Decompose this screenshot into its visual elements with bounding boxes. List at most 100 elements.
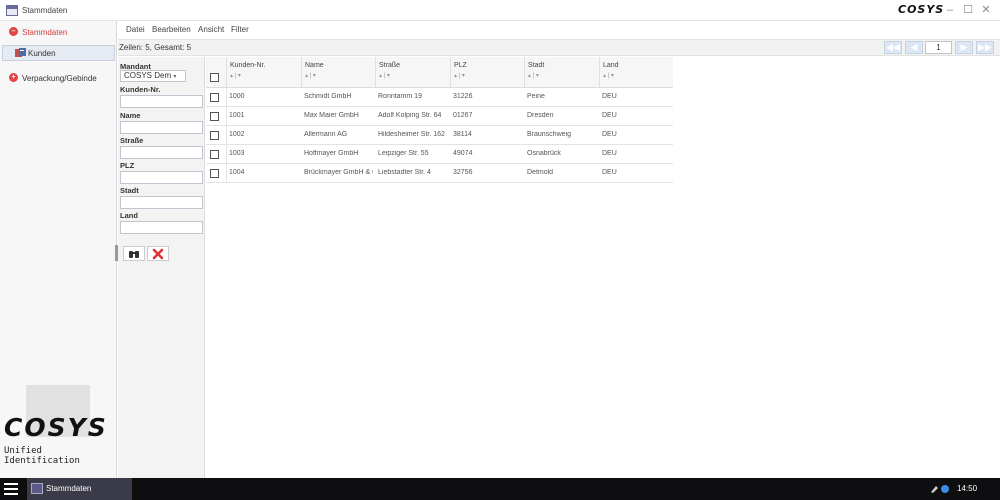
nav-item-kunden[interactable]: Kunden <box>2 45 115 61</box>
table-header: Kunden-Nr. ▴ | ▾ Name ▴ | ▾ Straße ▴ | ▾… <box>206 57 673 88</box>
select-all-checkbox[interactable] <box>210 73 219 82</box>
chevron-down-icon: ▾ <box>173 74 177 80</box>
cell-stadt: Detmold <box>527 169 554 176</box>
land-input[interactable] <box>120 221 203 234</box>
taskbar-app-stammdaten[interactable]: Stammdaten <box>27 478 132 500</box>
strasse-label: Straße <box>120 136 144 145</box>
column-header-kunden-nr[interactable]: Kunden-Nr. ▴ | ▾ <box>226 57 301 88</box>
column-header-strasse[interactable]: Straße ▴ | ▾ <box>375 57 450 88</box>
strasse-input[interactable] <box>120 146 203 159</box>
row-count: Zeilen: 5, Gesamt: 5 <box>119 43 192 52</box>
cell-stadt: Osnabrück <box>527 150 561 157</box>
minimize-button[interactable]: – <box>944 4 956 16</box>
cell-plz: 31226 <box>453 93 473 100</box>
table-row[interactable]: 1003 Hoffmayer GmbH Leipziger Str. 55 49… <box>206 145 673 164</box>
cell-kunden-nr: 1003 <box>229 150 245 157</box>
first-page-button[interactable]: ◀◀ <box>884 41 902 54</box>
menu-datei[interactable]: Datei <box>126 25 145 34</box>
page-number-input[interactable]: 1 <box>925 41 952 54</box>
customer-table: Kunden-Nr. ▴ | ▾ Name ▴ | ▾ Straße ▴ | ▾… <box>206 57 674 185</box>
mandant-select[interactable]: COSYS Dem ▾ <box>120 70 186 82</box>
cell-name: Allermann AG <box>304 131 348 138</box>
sort-toggle-icon[interactable]: ▴ | ▾ <box>603 72 614 79</box>
row-checkbox[interactable] <box>210 131 219 140</box>
column-header-name[interactable]: Name ▴ | ▾ <box>301 57 375 88</box>
column-header-stadt[interactable]: Stadt ▴ | ▾ <box>524 57 599 88</box>
clear-filter-button[interactable] <box>147 246 169 261</box>
name-input[interactable] <box>120 121 203 134</box>
column-title: Name <box>305 62 324 69</box>
sort-toggle-icon[interactable]: ▴ | ▾ <box>379 72 390 79</box>
row-checkbox[interactable] <box>210 112 219 121</box>
network-status-icon[interactable] <box>930 484 952 494</box>
column-divider <box>226 107 227 126</box>
cell-name: Brückmayer GmbH & Co <box>304 169 373 176</box>
app-window: Stammdaten COSYS – ☐ ✕ – Stammdaten Kund… <box>0 0 1000 500</box>
menu-bar: Datei Bearbeiten Ansicht Filter <box>118 21 1000 39</box>
cell-strasse: Leipziger Str. 55 <box>378 150 429 157</box>
panel-splitter-handle[interactable] <box>115 245 118 261</box>
customers-book-icon <box>15 48 26 57</box>
kunden-nr-input[interactable] <box>120 95 203 108</box>
cell-plz: 01267 <box>453 112 473 119</box>
sort-toggle-icon[interactable]: ▴ | ▾ <box>305 72 316 79</box>
row-checkbox[interactable] <box>210 93 219 102</box>
sort-toggle-icon[interactable]: ▴ | ▾ <box>230 72 241 79</box>
row-checkbox[interactable] <box>210 169 219 178</box>
system-clock: 14:50 <box>957 484 978 493</box>
taskbar: Stammdaten 14:50 <box>0 478 1000 500</box>
column-title: PLZ <box>454 62 467 69</box>
select-all-column <box>206 57 226 88</box>
minus-circle-icon: – <box>9 27 18 36</box>
cell-land: DEU <box>602 112 617 119</box>
search-filter-button[interactable] <box>123 246 145 261</box>
cell-name: Schmidt GmbH <box>304 93 352 100</box>
start-menu-icon[interactable] <box>4 483 18 495</box>
cell-plz: 38114 <box>453 131 472 138</box>
previous-page-button[interactable]: ◀ <box>905 41 923 54</box>
info-bar: Zeilen: 5, Gesamt: 5 <box>118 39 1000 56</box>
cell-stadt: Peine <box>527 93 545 100</box>
column-title: Kunden-Nr. <box>230 62 266 69</box>
plz-label: PLZ <box>120 161 135 170</box>
menu-ansicht[interactable]: Ansicht <box>198 25 224 34</box>
close-button[interactable]: ✕ <box>980 4 992 16</box>
last-page-button[interactable]: ▶▶ <box>976 41 994 54</box>
cell-land: DEU <box>602 169 617 176</box>
filter-panel: Mandant COSYS Dem ▾ Kunden-Nr. Name Stra… <box>118 57 205 478</box>
sort-toggle-icon[interactable]: ▴ | ▾ <box>528 72 539 79</box>
table-row[interactable]: 1002 Allermann AG Hildesheimer Str. 162 … <box>206 126 673 145</box>
table-row[interactable]: 1004 Brückmayer GmbH & Co Liebstadter St… <box>206 164 673 183</box>
name-label: Name <box>120 111 141 120</box>
cell-strasse: Hildesheimer Str. 162 <box>378 131 445 138</box>
land-label: Land <box>120 211 138 220</box>
cosys-logo: COSYS <box>4 413 108 442</box>
cell-land: DEU <box>602 150 617 157</box>
plz-input[interactable] <box>120 171 203 184</box>
column-divider <box>226 126 227 145</box>
row-checkbox[interactable] <box>210 150 219 159</box>
menu-filter[interactable]: Filter <box>231 25 249 34</box>
column-title: Land <box>603 62 619 69</box>
cell-stadt: Braunschweig <box>527 131 571 138</box>
cell-kunden-nr: 1001 <box>229 112 245 119</box>
cell-name: Hoffmayer GmbH <box>304 150 359 157</box>
nav-item-verpackung[interactable]: + Verpackung/Gebinde <box>0 69 117 87</box>
title-bar: Stammdaten COSYS – ☐ ✕ <box>0 0 1000 21</box>
nav-item-stammdaten[interactable]: – Stammdaten <box>0 23 117 41</box>
brand-logo: COSYS <box>898 3 945 16</box>
maximize-button[interactable]: ☐ <box>962 4 974 16</box>
stadt-label: Stadt <box>120 186 139 195</box>
logo-tagline: Unified Identification <box>4 446 80 466</box>
menu-bearbeiten[interactable]: Bearbeiten <box>152 25 191 34</box>
table-row[interactable]: 1000 Schmidt GmbH Ronntamm 19 31226 Pein… <box>206 88 673 107</box>
next-page-button[interactable]: ▶ <box>955 41 973 54</box>
column-header-plz[interactable]: PLZ ▴ | ▾ <box>450 57 524 88</box>
stadt-input[interactable] <box>120 196 203 209</box>
cell-strasse: Adolf Kolping Str. 64 <box>378 112 442 119</box>
sort-toggle-icon[interactable]: ▴ | ▾ <box>454 72 465 79</box>
table-row[interactable]: 1001 Max Maier GmbH Adolf Kolping Str. 6… <box>206 107 673 126</box>
column-header-land[interactable]: Land ▴ | ▾ <box>599 57 673 88</box>
cell-land: DEU <box>602 131 617 138</box>
column-title: Straße <box>379 62 401 69</box>
